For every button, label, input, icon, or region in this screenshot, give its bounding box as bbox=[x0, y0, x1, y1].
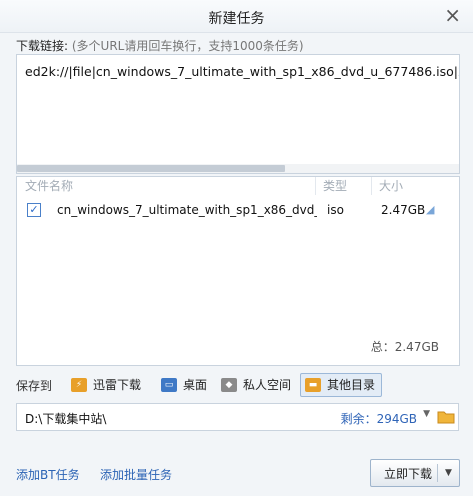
edit-icon[interactable]: ◢ bbox=[426, 203, 434, 216]
save-to-label: 保存到 bbox=[16, 379, 53, 393]
dest-private-space[interactable]: ◆ 私人空间 bbox=[216, 373, 298, 397]
desktop-icon: ▭ bbox=[161, 378, 177, 392]
scrollbar-thumb[interactable] bbox=[17, 165, 285, 172]
file-name: cn_windows_7_ultimate_with_sp1_x86_dvd_u… bbox=[57, 203, 317, 217]
dest-label: 其他目录 bbox=[327, 378, 376, 392]
chevron-down-icon[interactable]: ▼ bbox=[438, 468, 459, 478]
dest-desktop[interactable]: ▭ 桌面 bbox=[156, 373, 214, 397]
file-size: 2.47GB bbox=[381, 203, 426, 217]
url-input[interactable]: ed2k://|file|cn_windows_7_ultimate_with_… bbox=[16, 54, 460, 174]
start-download-button[interactable]: 立即下载 ▼ bbox=[370, 459, 460, 487]
window-title: 新建任务 bbox=[208, 11, 265, 27]
file-type: iso bbox=[327, 203, 344, 217]
column-header-name[interactable]: 文件名称 bbox=[25, 177, 316, 195]
start-download-label: 立即下载 bbox=[383, 466, 432, 481]
folder-icon bbox=[437, 411, 454, 424]
private-space-icon: ◆ bbox=[221, 378, 237, 392]
add-batch-task-link[interactable]: 添加批量任务 bbox=[100, 466, 172, 483]
add-bt-task-link[interactable]: 添加BT任务 bbox=[16, 466, 80, 483]
dest-label: 私人空间 bbox=[243, 378, 292, 392]
thunder-folder-icon: ⚡ bbox=[71, 378, 87, 392]
chevron-down-icon[interactable]: ▼ bbox=[423, 409, 430, 419]
url-hint: (多个URL请用回车换行，支持1000条任务) bbox=[71, 39, 304, 53]
title-bar: 新建任务 × bbox=[0, 0, 473, 33]
total-size: 总：2.47GB bbox=[370, 340, 439, 354]
folder-icon: ▬ bbox=[305, 378, 321, 392]
dest-label: 迅雷下载 bbox=[93, 378, 142, 392]
save-path-text[interactable]: D:\下载集中站\ bbox=[25, 410, 106, 427]
table-row[interactable]: ✓ cn_windows_7_ultimate_with_sp1_x86_dvd… bbox=[17, 199, 459, 221]
free-space: 剩余：294GB bbox=[340, 412, 417, 426]
url-label: 下载链接: (多个URL请用回车换行，支持1000条任务) bbox=[16, 37, 304, 54]
column-header-size[interactable]: 大小 bbox=[379, 177, 449, 195]
close-icon[interactable]: × bbox=[444, 5, 461, 25]
url-label-text: 下载链接: bbox=[16, 39, 69, 53]
dest-thunder-download[interactable]: ⚡ 迅雷下载 bbox=[66, 373, 148, 397]
file-checkbox[interactable]: ✓ bbox=[27, 203, 41, 217]
dest-other-folder[interactable]: ▬ 其他目录 bbox=[300, 373, 383, 397]
column-header-type[interactable]: 类型 bbox=[323, 177, 372, 195]
horizontal-scrollbar[interactable] bbox=[17, 164, 459, 173]
browse-folder-button[interactable] bbox=[433, 403, 459, 431]
dest-label: 桌面 bbox=[183, 378, 208, 392]
url-input-text[interactable]: ed2k://|file|cn_windows_7_ultimate_with_… bbox=[25, 64, 459, 79]
file-list: 文件名称 类型 大小 ✓ cn_windows_7_ultimate_with_… bbox=[16, 176, 460, 366]
save-path-input[interactable]: D:\下载集中站\ 剩余：294GB ▼ bbox=[16, 403, 434, 431]
